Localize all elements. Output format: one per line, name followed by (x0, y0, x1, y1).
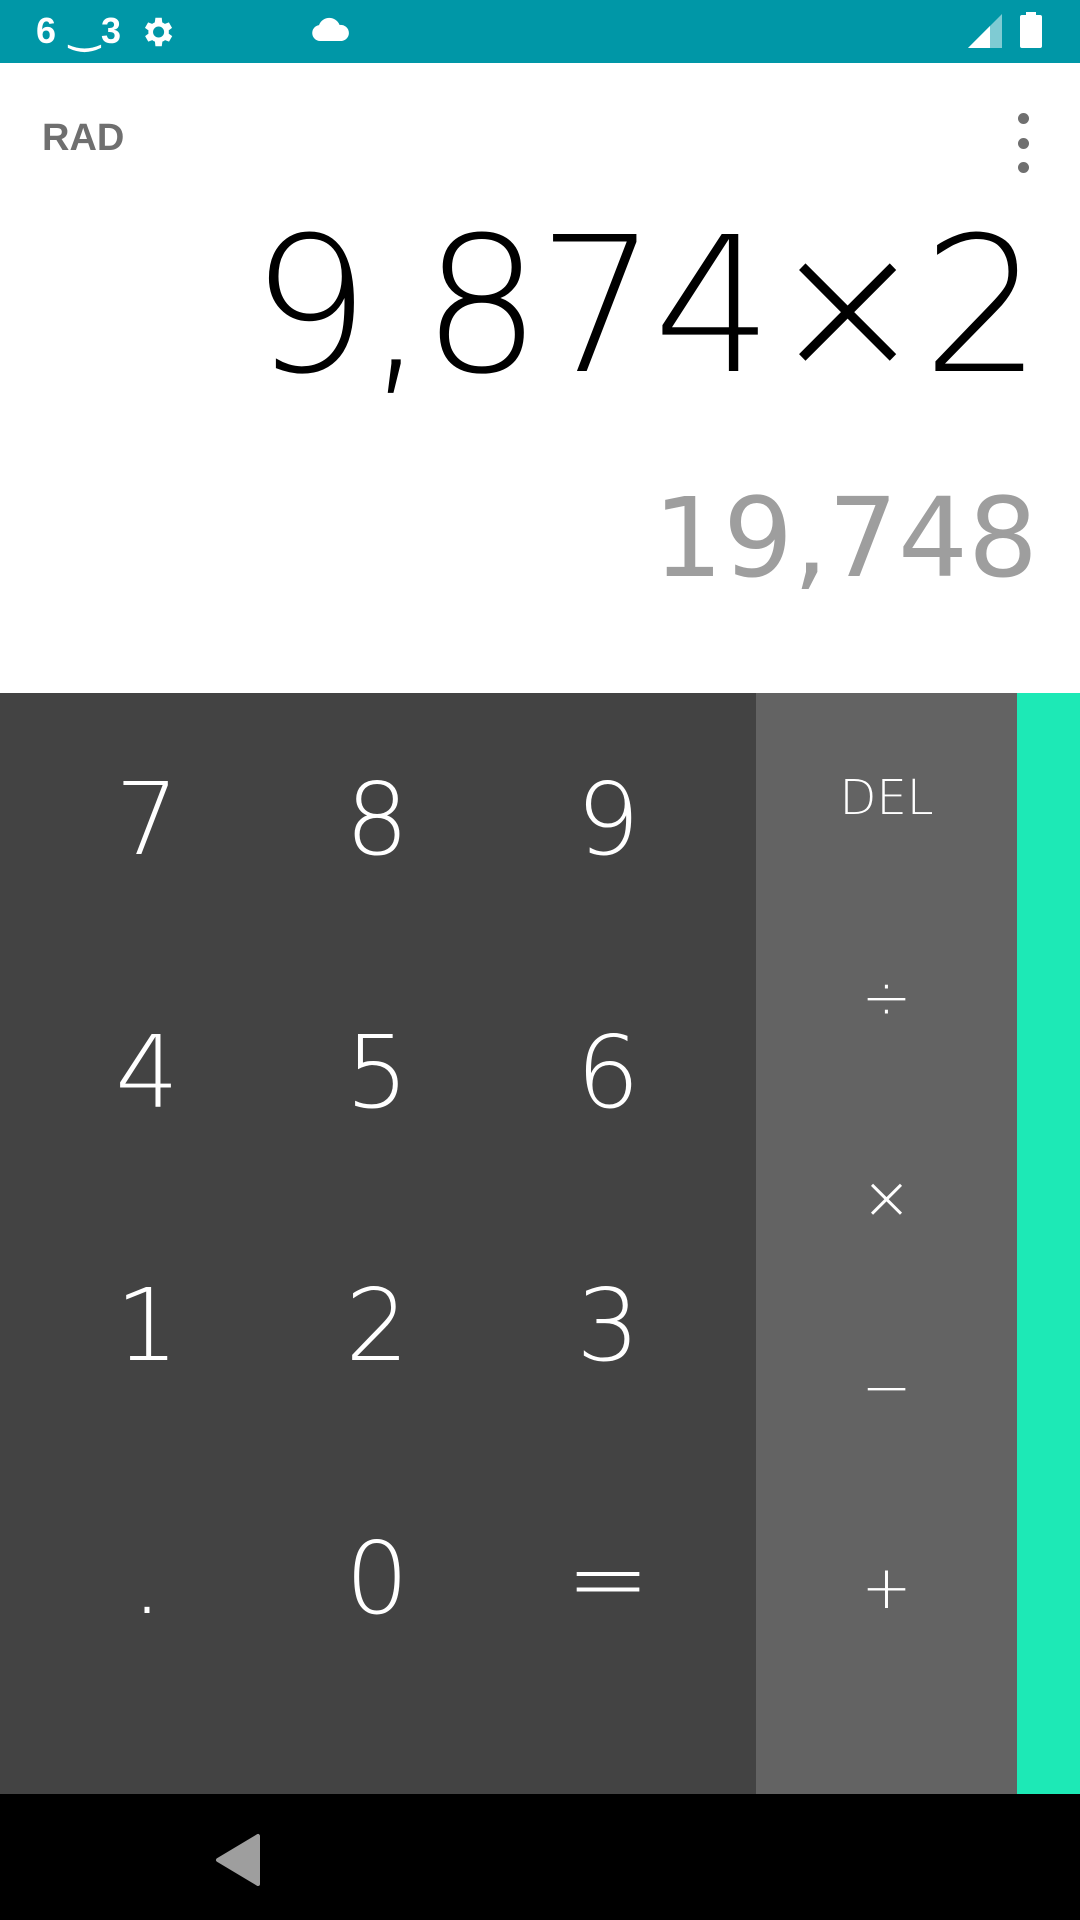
equals-button[interactable]: = (493, 1452, 723, 1705)
status-bar: 6 ‿3 (0, 0, 1080, 63)
more-options-icon[interactable] (1008, 113, 1038, 173)
formula-text[interactable]: 9,874×2 (251, 213, 1042, 401)
digit-1-button[interactable]: 1 (32, 1199, 262, 1452)
decimal-point-button[interactable]: . (32, 1452, 262, 1705)
back-icon[interactable] (210, 1830, 270, 1890)
settings-icon (138, 13, 176, 55)
calculator-display: RAD 9,874×2 19,748 (0, 63, 1080, 693)
digit-7-button[interactable]: 7 (32, 693, 262, 946)
battery-icon (1020, 12, 1042, 52)
digit-4-button[interactable]: 4 (32, 946, 262, 1199)
angle-mode-label: RAD (42, 117, 125, 159)
digit-6-button[interactable]: 6 (493, 946, 723, 1199)
digit-9-button[interactable]: 9 (493, 693, 723, 946)
subtract-button[interactable]: − (756, 1313, 1017, 1463)
digit-3-button[interactable]: 3 (493, 1199, 723, 1452)
digit-5-button[interactable]: 5 (262, 946, 492, 1199)
advanced-panel-handle[interactable] (1017, 693, 1080, 1794)
multiply-button[interactable]: × (756, 1123, 1017, 1273)
navigation-bar (0, 1794, 1080, 1920)
keypad: 7 8 9 4 5 6 1 2 3 . 0 = DEL ÷ × − + (0, 693, 1080, 1794)
status-time: 6 ‿3 (36, 10, 123, 51)
result-text: 19,748 (653, 474, 1038, 602)
add-button[interactable]: + (756, 1513, 1017, 1663)
operator-pad: DEL ÷ × − + (756, 693, 1017, 1794)
digit-8-button[interactable]: 8 (262, 693, 492, 946)
numeric-pad: 7 8 9 4 5 6 1 2 3 . 0 = (0, 693, 756, 1794)
digit-0-button[interactable]: 0 (262, 1452, 492, 1705)
cloud-icon (310, 17, 350, 49)
delete-button[interactable]: DEL (756, 723, 1017, 873)
divide-button[interactable]: ÷ (756, 923, 1017, 1073)
signal-icon (968, 14, 1002, 52)
digit-2-button[interactable]: 2 (262, 1199, 492, 1452)
